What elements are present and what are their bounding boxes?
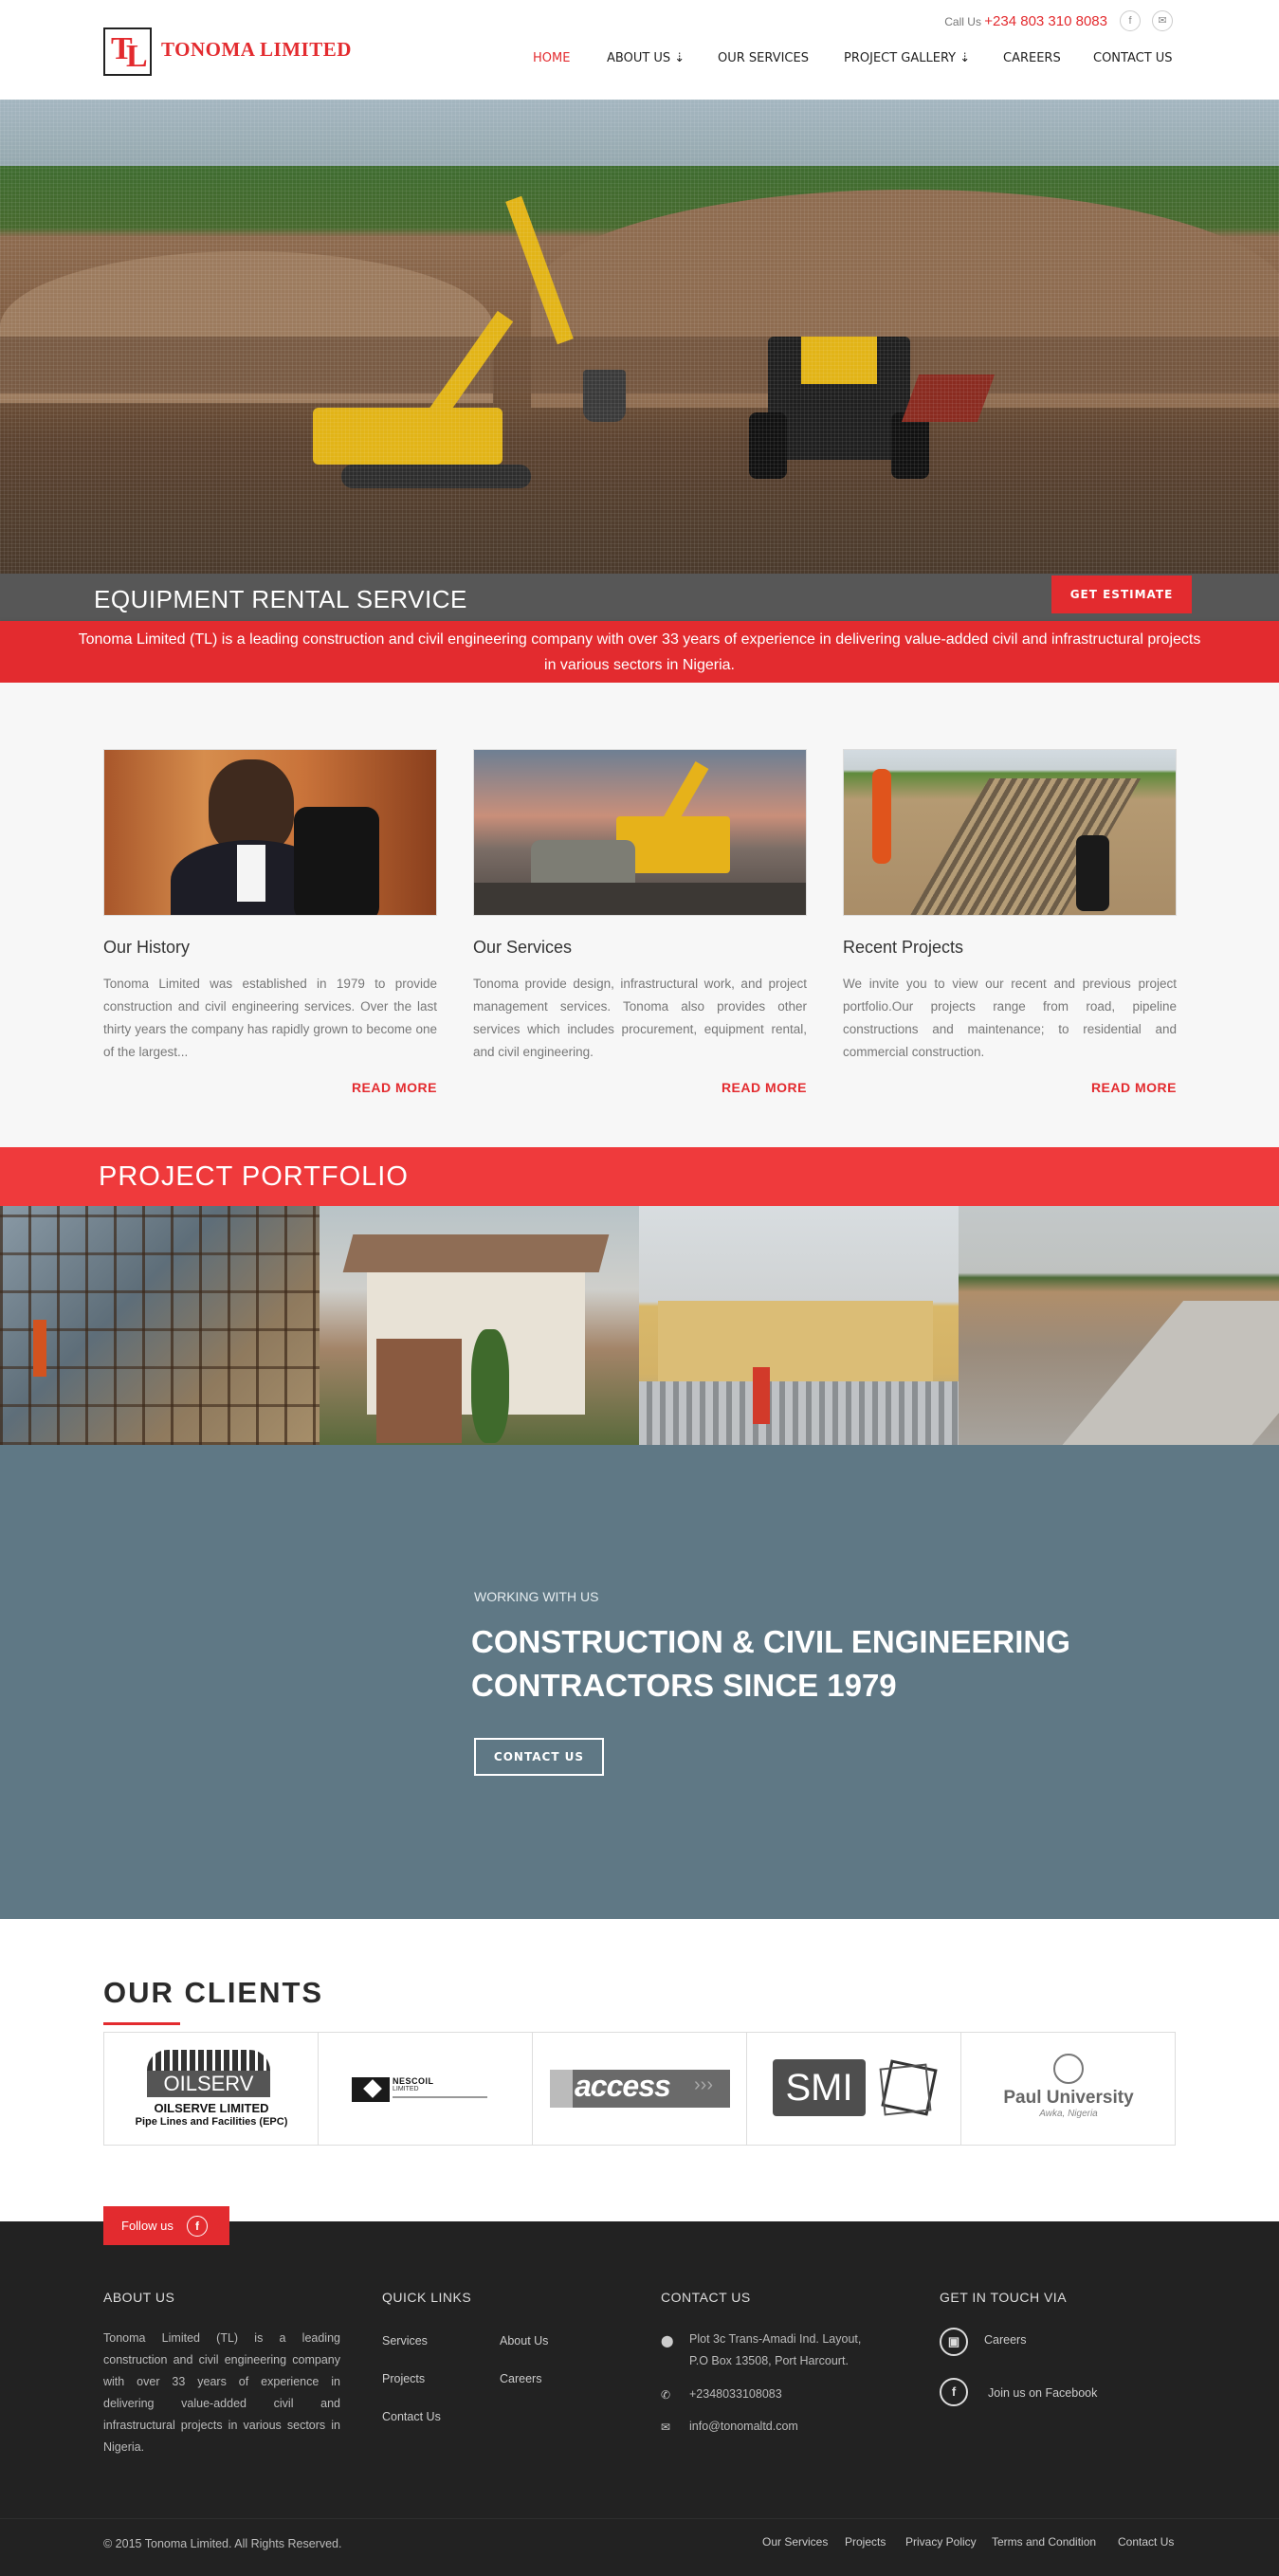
working-kicker: WORKING WITH US bbox=[474, 1589, 599, 1604]
read-more-link[interactable]: READ MORE bbox=[722, 1080, 807, 1095]
oilserv-wordmark: OILSERV bbox=[147, 2071, 270, 2097]
feature-recent-projects: Recent Projects We invite you to view ou… bbox=[843, 749, 1177, 1095]
feature-title: Recent Projects bbox=[843, 938, 964, 957]
feature-our-history: Our History Tonoma Limited was establish… bbox=[103, 749, 437, 1095]
footer-about-text: Tonoma Limited (TL) is a leading constru… bbox=[103, 2331, 340, 2454]
bottom-link-projects[interactable]: Projects bbox=[845, 2535, 886, 2549]
client-logo-nescoil[interactable]: NESCOIL LIMITED bbox=[319, 2033, 533, 2145]
footer-link-projects[interactable]: Projects bbox=[382, 2372, 425, 2385]
call-us: Call Us +234 803 310 8083 bbox=[920, 13, 1107, 29]
working-title-line2: CONTRACTORS SINCE 1979 bbox=[471, 1668, 897, 1703]
portfolio-image-4[interactable] bbox=[959, 1206, 1279, 1445]
clients-title: OUR CLIENTS bbox=[103, 1976, 324, 2009]
facebook-icon[interactable]: f bbox=[940, 2378, 968, 2406]
footer-quick-links-title: QUICK LINKS bbox=[382, 2290, 472, 2305]
feature-text: Tonoma provide design, infrastructural w… bbox=[473, 977, 807, 1059]
access-wordmark: access bbox=[575, 2069, 671, 2103]
nav-project-gallery[interactable]: PROJECT GALLERY ⇣ bbox=[844, 51, 970, 65]
feature-title: Our Services bbox=[473, 938, 573, 957]
logo-letter-l: L bbox=[126, 39, 148, 74]
oilserv-name: OILSERVE LIMITED bbox=[154, 2101, 269, 2115]
logo-icon[interactable]: T L bbox=[103, 27, 152, 76]
contact-us-button[interactable]: CONTACT US bbox=[474, 1738, 604, 1776]
footer-divider bbox=[0, 2518, 1279, 2519]
footer-facebook-link[interactable]: Join us on Facebook bbox=[988, 2386, 1097, 2400]
nav-our-services[interactable]: OUR SERVICES bbox=[718, 51, 809, 65]
client-logo-paul-university[interactable]: Paul University Awka, Nigeria bbox=[961, 2033, 1176, 2145]
site-header: T L TONOMA LIMITED Call Us +234 803 310 … bbox=[0, 0, 1279, 100]
footer-phone[interactable]: +2348033108083 bbox=[689, 2384, 782, 2405]
email-icon[interactable]: ✉ bbox=[1152, 10, 1173, 31]
nav-home[interactable]: HOME bbox=[533, 51, 570, 65]
paul-university-wordmark: Paul University bbox=[1003, 2088, 1134, 2108]
read-more-link[interactable]: READ MORE bbox=[1091, 1080, 1177, 1095]
paul-university-location: Awka, Nigeria bbox=[1039, 2109, 1098, 2119]
working-title: CONSTRUCTION & CIVIL ENGINEERING CONTRAC… bbox=[471, 1620, 1192, 1708]
intro-text: Tonoma Limited (TL) is a leading constru… bbox=[78, 631, 1201, 673]
footer-email[interactable]: info@tonomaltd.com bbox=[689, 2416, 798, 2438]
envelope-icon: ✉ bbox=[661, 2421, 671, 2434]
footer-careers-link[interactable]: Careers bbox=[984, 2333, 1026, 2347]
footer-address-line1: Plot 3c Trans-Amadi Ind. Layout, bbox=[689, 2332, 862, 2346]
footer-about-title: ABOUT US bbox=[103, 2290, 175, 2305]
nav-careers[interactable]: CAREERS bbox=[1003, 51, 1061, 65]
feature-title: Our History bbox=[103, 938, 191, 957]
feature-text: Tonoma Limited was established in 1979 t… bbox=[103, 977, 437, 1059]
working-title-line1: CONSTRUCTION & CIVIL ENGINEERING bbox=[471, 1624, 1070, 1659]
services-image[interactable] bbox=[473, 749, 807, 916]
footer-contact-title: CONTACT US bbox=[661, 2290, 751, 2305]
feature-text: We invite you to view our recent and pre… bbox=[843, 977, 1177, 1059]
bottom-link-terms[interactable]: Terms and Condition bbox=[992, 2535, 1096, 2549]
portfolio-image-1[interactable] bbox=[0, 1206, 320, 1445]
facebook-icon[interactable]: f bbox=[1120, 10, 1141, 31]
client-logo-access[interactable]: access ››› bbox=[533, 2033, 747, 2145]
smi-wordmark: SMI bbox=[773, 2059, 866, 2116]
feature-our-services: Our Services Tonoma provide design, infr… bbox=[473, 749, 807, 1095]
hero-caption: EQUIPMENT RENTAL SERVICE bbox=[94, 585, 467, 613]
footer-get-in-touch-title: GET IN TOUCH VIA bbox=[940, 2290, 1068, 2305]
nav-about-us[interactable]: ABOUT US ⇣ bbox=[607, 51, 685, 65]
brand-name[interactable]: TONOMA LIMITED bbox=[161, 38, 352, 62]
client-logo-oilserv[interactable]: OILSERV OILSERVE LIMITED Pipe Lines and … bbox=[104, 2033, 319, 2145]
phone-number[interactable]: +234 803 310 8083 bbox=[984, 13, 1107, 29]
copyright: © 2015 Tonoma Limited. All Rights Reserv… bbox=[103, 2537, 342, 2550]
footer-link-contact-us[interactable]: Contact Us bbox=[382, 2410, 441, 2423]
bottom-link-privacy-policy[interactable]: Privacy Policy bbox=[905, 2535, 977, 2549]
oilserv-tagline: Pipe Lines and Facilities (EPC) bbox=[135, 2116, 288, 2128]
facebook-icon[interactable]: f bbox=[187, 2216, 208, 2237]
footer-link-about-us[interactable]: About Us bbox=[500, 2334, 548, 2348]
history-image[interactable] bbox=[103, 749, 437, 916]
footer-link-services[interactable]: Services bbox=[382, 2334, 428, 2348]
call-label: Call Us bbox=[944, 15, 981, 28]
follow-us-button[interactable]: Follow us f bbox=[103, 2206, 229, 2245]
follow-label: Follow us bbox=[121, 2219, 174, 2233]
portfolio-title: PROJECT PORTFOLIO bbox=[99, 1161, 409, 1192]
client-logo-smi[interactable]: SMI bbox=[747, 2033, 961, 2145]
nescoil-wordmark: NESCOIL bbox=[393, 2076, 434, 2086]
portfolio-image-2[interactable] bbox=[320, 1206, 639, 1445]
bottom-link-contact-us[interactable]: Contact Us bbox=[1118, 2535, 1174, 2549]
footer-address-line2: P.O Box 13508, Port Harcourt. bbox=[689, 2354, 849, 2367]
nescoil-sub: LIMITED bbox=[393, 2086, 419, 2092]
nav-contact-us[interactable]: CONTACT US bbox=[1093, 51, 1173, 65]
portfolio-image-3[interactable] bbox=[639, 1206, 959, 1445]
read-more-link[interactable]: READ MORE bbox=[352, 1080, 437, 1095]
projects-image[interactable] bbox=[843, 749, 1177, 916]
phone-icon: ✆ bbox=[661, 2388, 671, 2402]
footer-link-careers[interactable]: Careers bbox=[500, 2372, 541, 2385]
bottom-link-our-services[interactable]: Our Services bbox=[762, 2535, 828, 2549]
clients-underline bbox=[103, 2022, 180, 2025]
briefcase-icon[interactable]: ▣ bbox=[940, 2328, 968, 2356]
map-pin-icon: ⬤ bbox=[661, 2334, 674, 2348]
get-estimate-button[interactable]: GET ESTIMATE bbox=[1051, 575, 1192, 613]
hero-texture bbox=[0, 100, 1279, 574]
